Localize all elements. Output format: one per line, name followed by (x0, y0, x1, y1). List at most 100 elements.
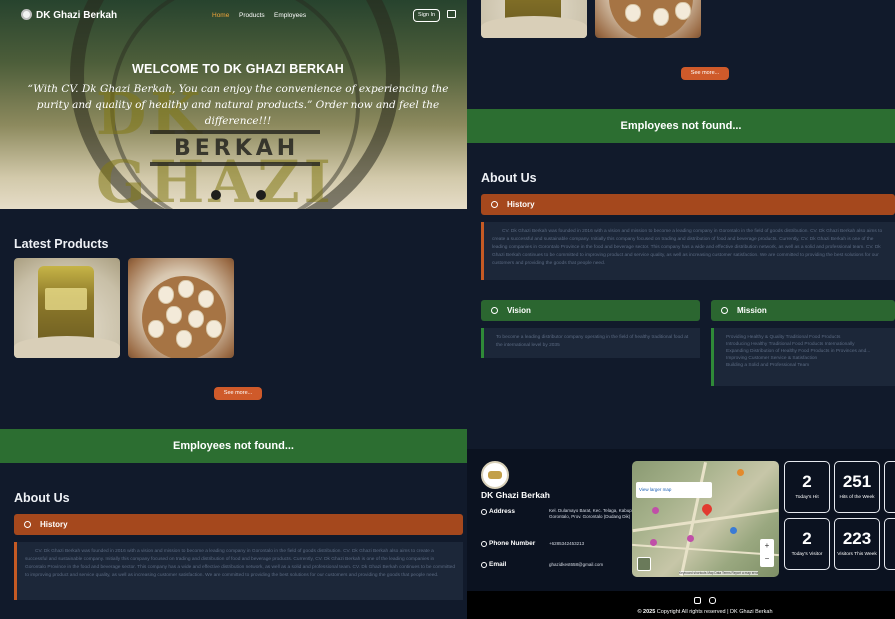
history-accordion-header[interactable]: History (14, 514, 463, 535)
hero-logo-sub: BERKAH (174, 136, 300, 161)
map-poi-icon (650, 539, 657, 546)
mail-icon (481, 562, 487, 568)
stat-week-visitors: 223 Visitors This Week (834, 518, 880, 570)
brand-logo-icon[interactable] (21, 9, 32, 20)
product-nut (178, 280, 194, 298)
product-nut (176, 330, 192, 348)
product-card[interactable] (14, 258, 120, 358)
product-nut (206, 320, 222, 338)
vision-accordion-header[interactable]: Vision (481, 300, 700, 321)
chevron-circle-icon (491, 307, 498, 314)
chevron-circle-icon (491, 201, 498, 208)
about-us-title: About Us (14, 491, 70, 505)
address-label: Address (481, 508, 515, 515)
product-nut (675, 2, 691, 20)
mission-item: Expanding Distribution of Healthy Food P… (726, 349, 871, 354)
product-nut (198, 290, 214, 308)
chevron-circle-icon (24, 521, 31, 528)
right-column: See more... Employees not found... About… (467, 0, 895, 619)
chevron-circle-icon (721, 307, 728, 314)
stat-value: 251 (842, 472, 872, 491)
employees-empty-banner: Employees not found... (467, 109, 895, 143)
hero-banner: DK GHAZI BERKAH DK Ghazi Berkah Home Pro… (0, 0, 467, 209)
map-layer-toggle[interactable] (637, 557, 651, 571)
about-us-title: About Us (481, 171, 537, 185)
product-bag-label (45, 288, 87, 310)
product-card[interactable] (595, 0, 701, 38)
vision-label: Vision (507, 306, 531, 315)
product-image-grains (14, 336, 120, 358)
history-accordion-header[interactable]: History (481, 194, 895, 215)
screen-icon[interactable] (447, 10, 456, 18)
brand-name[interactable]: DK Ghazi Berkah (36, 10, 117, 21)
history-text: CV. Dk Ghazi Berkah was founded in 2016 … (14, 542, 463, 600)
address-label-text: Address (489, 508, 516, 515)
nav-link-employees[interactable]: Employees (274, 12, 306, 19)
mission-item: Improving Customer Service & Satisfactio… (726, 356, 818, 361)
stat-week-hits: 251 Hits of the Week (834, 461, 880, 513)
stat-label: Visitors This Week (837, 552, 877, 557)
map-poi-icon (730, 527, 737, 534)
vision-text: To become a leading distributor company … (481, 328, 700, 358)
email-label: Email (481, 561, 506, 568)
product-image-grains (481, 16, 587, 38)
copyright-bar: © 2025 Copyright All rights reserved | D… (467, 591, 895, 619)
hero-title: WELCOME TO DK GHAZI BERKAH (132, 62, 344, 76)
stat-box-partial (884, 518, 895, 570)
stat-today-visitor: 2 Today's Visitor (784, 518, 830, 570)
facebook-icon[interactable] (694, 597, 701, 604)
employees-empty-banner: Employees not found... (0, 429, 467, 463)
view-larger-map-link[interactable]: View larger map (639, 487, 671, 492)
product-nut (148, 320, 164, 338)
history-text: CV. Dk Ghazi Berkah was founded in 2016 … (481, 222, 895, 280)
footer-logo-icon (481, 461, 509, 489)
mission-item: Providing Healthy & Quality Traditional … (726, 335, 841, 340)
location-icon (481, 509, 487, 515)
latest-products-title: Latest Products (14, 237, 109, 251)
instagram-icon[interactable] (709, 597, 716, 604)
phone-label-text: Phone Number (489, 540, 536, 547)
mission-list: Providing Healthy & Quality Traditional … (711, 328, 895, 386)
location-map[interactable]: View larger map + − Keyboard shortcuts Ma… (632, 461, 779, 577)
mission-accordion-header[interactable]: Mission (711, 300, 895, 321)
mission-item: Building a Solid and Professional Team (726, 363, 810, 368)
stat-value: 2 (802, 529, 812, 548)
page: DK GHAZI BERKAH DK Ghazi Berkah Home Pro… (0, 0, 895, 619)
nav-link-products[interactable]: Products (239, 12, 265, 19)
phone-icon (481, 541, 487, 547)
product-nut (653, 8, 669, 26)
product-nut (166, 306, 182, 324)
stat-box-partial (884, 461, 895, 513)
product-nut (158, 286, 174, 304)
see-more-products-button[interactable]: See more... (214, 387, 262, 400)
carousel-dot[interactable] (211, 190, 221, 200)
product-card[interactable] (128, 258, 234, 358)
stat-label: Hits of the Week (839, 495, 875, 500)
history-label: History (507, 200, 535, 209)
copyright-body: Copyright All rights reserved | DK Ghazi… (655, 609, 773, 615)
email-label-text: Email (489, 561, 507, 568)
nav-link-home[interactable]: Home (212, 12, 229, 19)
hero-quote: “With CV. Dk Ghazi Berkah, You can enjoy… (27, 83, 449, 127)
map-attribution: Keyboard shortcuts Map Data Terms Report… (679, 571, 759, 575)
product-card[interactable] (481, 0, 587, 38)
left-column: DK GHAZI BERKAH DK Ghazi Berkah Home Pro… (0, 0, 467, 619)
product-nut (625, 4, 641, 22)
sign-in-button[interactable]: Sign In (413, 9, 440, 22)
stat-today-hit: 2 Today's Hit (784, 461, 830, 513)
mission-item: Introducing Healthy Traditional Food Pro… (726, 342, 855, 347)
stat-label: Today's Hit (795, 495, 819, 500)
history-label: History (40, 520, 68, 529)
footer-brand: DK Ghazi Berkah (481, 490, 550, 500)
copyright-year: © 2025 (637, 609, 656, 615)
map-poi-icon (652, 507, 659, 514)
stat-value: 2 (802, 472, 812, 491)
phone-label: Phone Number (481, 540, 535, 547)
product-nut (188, 310, 204, 328)
map-zoom-control[interactable]: + − (760, 539, 774, 567)
carousel-dot[interactable] (256, 190, 266, 200)
see-more-products-button[interactable]: See more... (681, 67, 729, 80)
map-pin-icon[interactable] (699, 501, 715, 517)
navbar: DK Ghazi Berkah Home Products Employees … (0, 0, 467, 32)
footer: DK Ghazi Berkah Address Kel. Dulamayo Ba… (467, 449, 895, 591)
